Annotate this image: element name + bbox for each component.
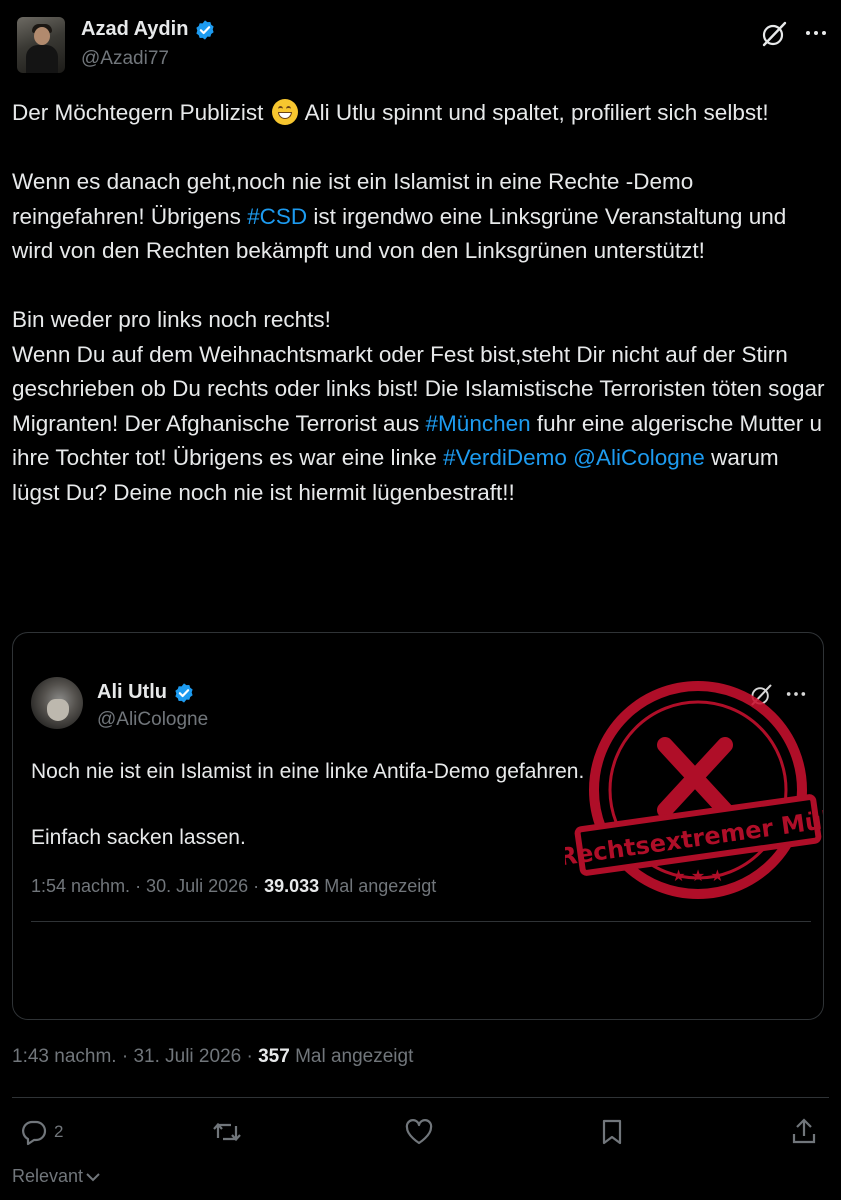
- reply-button[interactable]: 2: [20, 1118, 63, 1146]
- verified-badge-icon: [175, 682, 193, 703]
- reply-count: 2: [54, 1122, 64, 1141]
- author-handle[interactable]: @Azadi77: [81, 48, 169, 70]
- hashtag-csd-link[interactable]: #CSD: [247, 204, 307, 229]
- share-icon[interactable]: [791, 1117, 817, 1145]
- verified-badge-icon: [196, 19, 215, 40]
- quoted-author-name-row: Ali Utlu: [97, 681, 195, 704]
- quoted-views-label: Mal angezeigt: [319, 876, 437, 896]
- quoted-view-count: 39.033: [264, 876, 320, 896]
- reply-sort-dropdown[interactable]: Relevant: [12, 1166, 101, 1187]
- author-avatar[interactable]: [17, 17, 65, 73]
- author-name[interactable]: Azad Aydin: [81, 18, 188, 41]
- tweet-text-segment: ist irgendwo eine Linksgrüne Veranstaltu…: [12, 203, 825, 436]
- hashtag-muenchen-link[interactable]: #München: [426, 411, 531, 436]
- svg-text:★ ★ ★: ★ ★ ★: [671, 866, 724, 885]
- grok-icon[interactable]: [760, 20, 788, 48]
- views-label: Mal angezeigt: [289, 1046, 414, 1067]
- tweet-meta: 1:43 nachm. · 31. Juli 2026 · 357 Mal an…: [12, 1046, 413, 1068]
- action-bar-divider: [12, 1097, 829, 1098]
- author-name-row[interactable]: Azad Aydin: [81, 18, 216, 41]
- hashtag-verdidemo-link[interactable]: #VerdiDemo: [443, 445, 567, 470]
- repost-icon[interactable]: [212, 1118, 242, 1146]
- quoted-tweet-image[interactable]: Ali Utlu @AliCologne Noch nie ist ein Is…: [12, 632, 824, 1020]
- chevron-down-icon: [86, 1172, 100, 1181]
- like-icon[interactable]: [405, 1119, 433, 1145]
- more-options-icon[interactable]: [804, 28, 828, 38]
- bookmark-icon[interactable]: [600, 1118, 624, 1146]
- quoted-tweet-meta: 1:54 nachm. · 30. Juli 2026 · 39.033 Mal…: [31, 876, 436, 897]
- rubber-stamp-icon: Rechtsextremer Müll ★ ★ ★: [565, 681, 823, 899]
- tweet-text-segment: Der Möchtegern Publizist: [12, 100, 270, 125]
- sort-label: Relevant: [12, 1166, 84, 1186]
- quoted-author-name: Ali Utlu: [97, 681, 167, 703]
- tweet-timestamp[interactable]: 1:43 nachm. · 31. Juli 2026 ·: [12, 1046, 258, 1067]
- grinning-emoji-icon: [271, 99, 298, 125]
- mention-alicologne-link[interactable]: @AliCologne: [573, 445, 705, 470]
- reply-icon: [22, 1120, 47, 1146]
- quoted-tweet-time: 1:54 nachm. · 30. Juli 2026 ·: [31, 876, 265, 896]
- tweet-text: Der Möchtegern Publizist Ali Utlu spinnt…: [12, 96, 832, 510]
- view-count: 357: [258, 1046, 290, 1067]
- quoted-divider: [31, 921, 811, 922]
- quoted-author-avatar: [31, 677, 83, 729]
- quoted-author-handle: @AliCologne: [97, 709, 209, 730]
